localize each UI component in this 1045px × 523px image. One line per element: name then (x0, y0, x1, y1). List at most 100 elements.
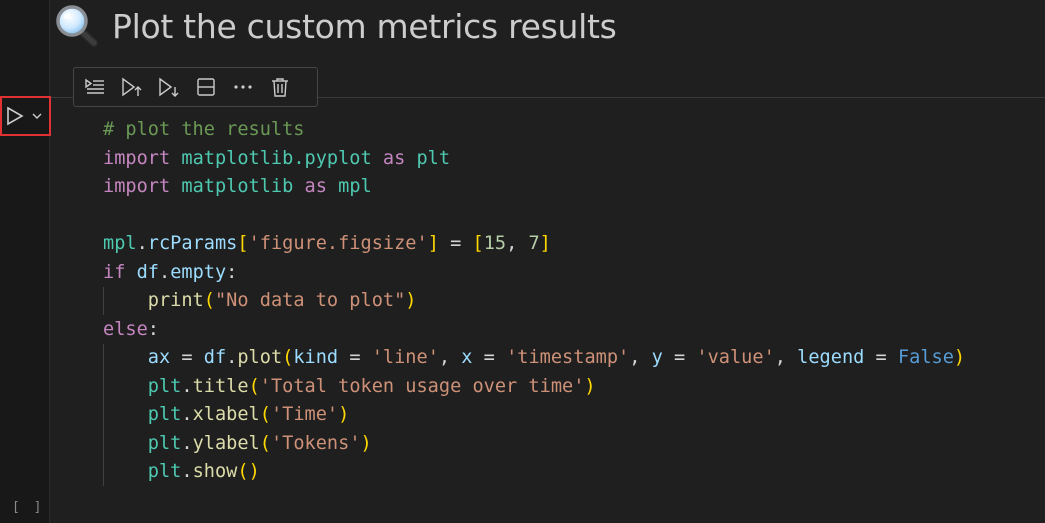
code-token: ) (405, 290, 417, 311)
code-token: [ (237, 233, 249, 254)
code-token: 'figure.figsize' (248, 233, 428, 254)
chevron-down-icon[interactable] (31, 110, 43, 122)
code-token: df (136, 261, 159, 283)
execute-above-button[interactable] (117, 72, 147, 102)
code-token: ] (427, 233, 439, 254)
code-token: plt (147, 432, 182, 454)
code-token: ( (259, 404, 271, 425)
more-actions-icon (234, 85, 252, 89)
code-token: 7 (528, 233, 540, 254)
code-line: print("No data to plot") (103, 287, 965, 316)
code-token: , (438, 347, 462, 368)
code-token: else (103, 318, 148, 340)
code-token: False (897, 347, 954, 368)
cell-toolbar (73, 67, 318, 107)
delete-cell-button[interactable] (265, 72, 295, 102)
code-token: mpl (103, 233, 137, 254)
cell-gutter (0, 0, 50, 523)
code-token: ( (237, 461, 249, 482)
code-line: import matplotlib as mpl (103, 173, 965, 202)
code-token: = (864, 347, 898, 368)
code-token: . (226, 347, 238, 368)
code-token: ] (539, 233, 551, 254)
code-token: [ (472, 233, 484, 254)
code-token: rcParams (147, 233, 238, 254)
code-token: . (158, 261, 171, 283)
code-token: ) (338, 404, 350, 425)
code-token: # plot the results (103, 119, 305, 140)
code-token: , (774, 347, 798, 368)
code-editor[interactable]: # plot the results import matplotlib.pypl… (103, 116, 965, 487)
code-line: plt.title('Total token usage over time') (103, 373, 965, 402)
code-token: 'Tokens' (270, 432, 361, 454)
code-token: as (382, 147, 406, 169)
code-line: if df.empty: (103, 259, 965, 288)
code-token: xlabel (192, 404, 260, 425)
code-token: ( (282, 347, 294, 368)
code-token: = (338, 347, 372, 368)
code-token: 'value' (696, 347, 775, 368)
code-token: y (651, 347, 663, 368)
play-icon[interactable] (5, 106, 25, 126)
magnifier-icon (56, 5, 98, 47)
code-token: = (438, 233, 473, 254)
code-token: 15 (483, 233, 507, 254)
code-token: matplotlib.pyplot (181, 147, 372, 169)
code-token: plt (147, 404, 182, 425)
code-line: import matplotlib.pyplot as plt (103, 145, 965, 174)
code-token: x (461, 347, 473, 368)
code-token: "No data to plot" (214, 290, 406, 311)
code-token: ) (248, 461, 260, 482)
code-token: : (226, 261, 238, 283)
run-by-line-icon (85, 78, 104, 94)
code-token: kind (293, 347, 339, 368)
code-token: , (506, 233, 529, 254)
code-token: plot (237, 347, 283, 368)
code-token: ylabel (192, 432, 260, 454)
split-cell-button[interactable] (191, 72, 221, 102)
code-token: mpl (338, 176, 372, 197)
code-token: import (103, 176, 171, 197)
code-token: ( (248, 375, 260, 397)
delete-cell-icon (272, 78, 288, 97)
execution-count: [ ] (12, 500, 45, 515)
code-token: plt (416, 147, 451, 169)
code-token: show (192, 461, 238, 482)
code-line: ax = df.plot(kind = 'line', x = 'timesta… (103, 344, 965, 373)
code-line: plt.xlabel('Time') (103, 401, 965, 430)
code-token: ax (147, 347, 171, 368)
code-token: ) (584, 375, 596, 397)
code-token: = (472, 347, 507, 368)
run-cell-control (0, 96, 51, 136)
execute-below-button[interactable] (154, 72, 184, 102)
code-token: df (203, 347, 227, 368)
code-line: plt.ylabel('Tokens') (103, 430, 965, 459)
code-token: , (629, 347, 652, 368)
code-token: print (147, 290, 204, 311)
code-token: 'Total token usage over time' (259, 375, 585, 397)
code-token: legend (797, 347, 865, 368)
code-token: . (181, 404, 193, 425)
code-token: import (103, 147, 171, 169)
code-token: = (170, 347, 204, 368)
code-token: plt (147, 375, 182, 397)
more-actions-button[interactable] (228, 72, 258, 102)
code-token: = (662, 347, 697, 368)
code-token: as (304, 176, 327, 197)
code-token: . (181, 375, 193, 397)
markdown-heading: Plot the custom metrics results (54, 4, 617, 48)
run-by-line-button[interactable] (80, 72, 110, 102)
